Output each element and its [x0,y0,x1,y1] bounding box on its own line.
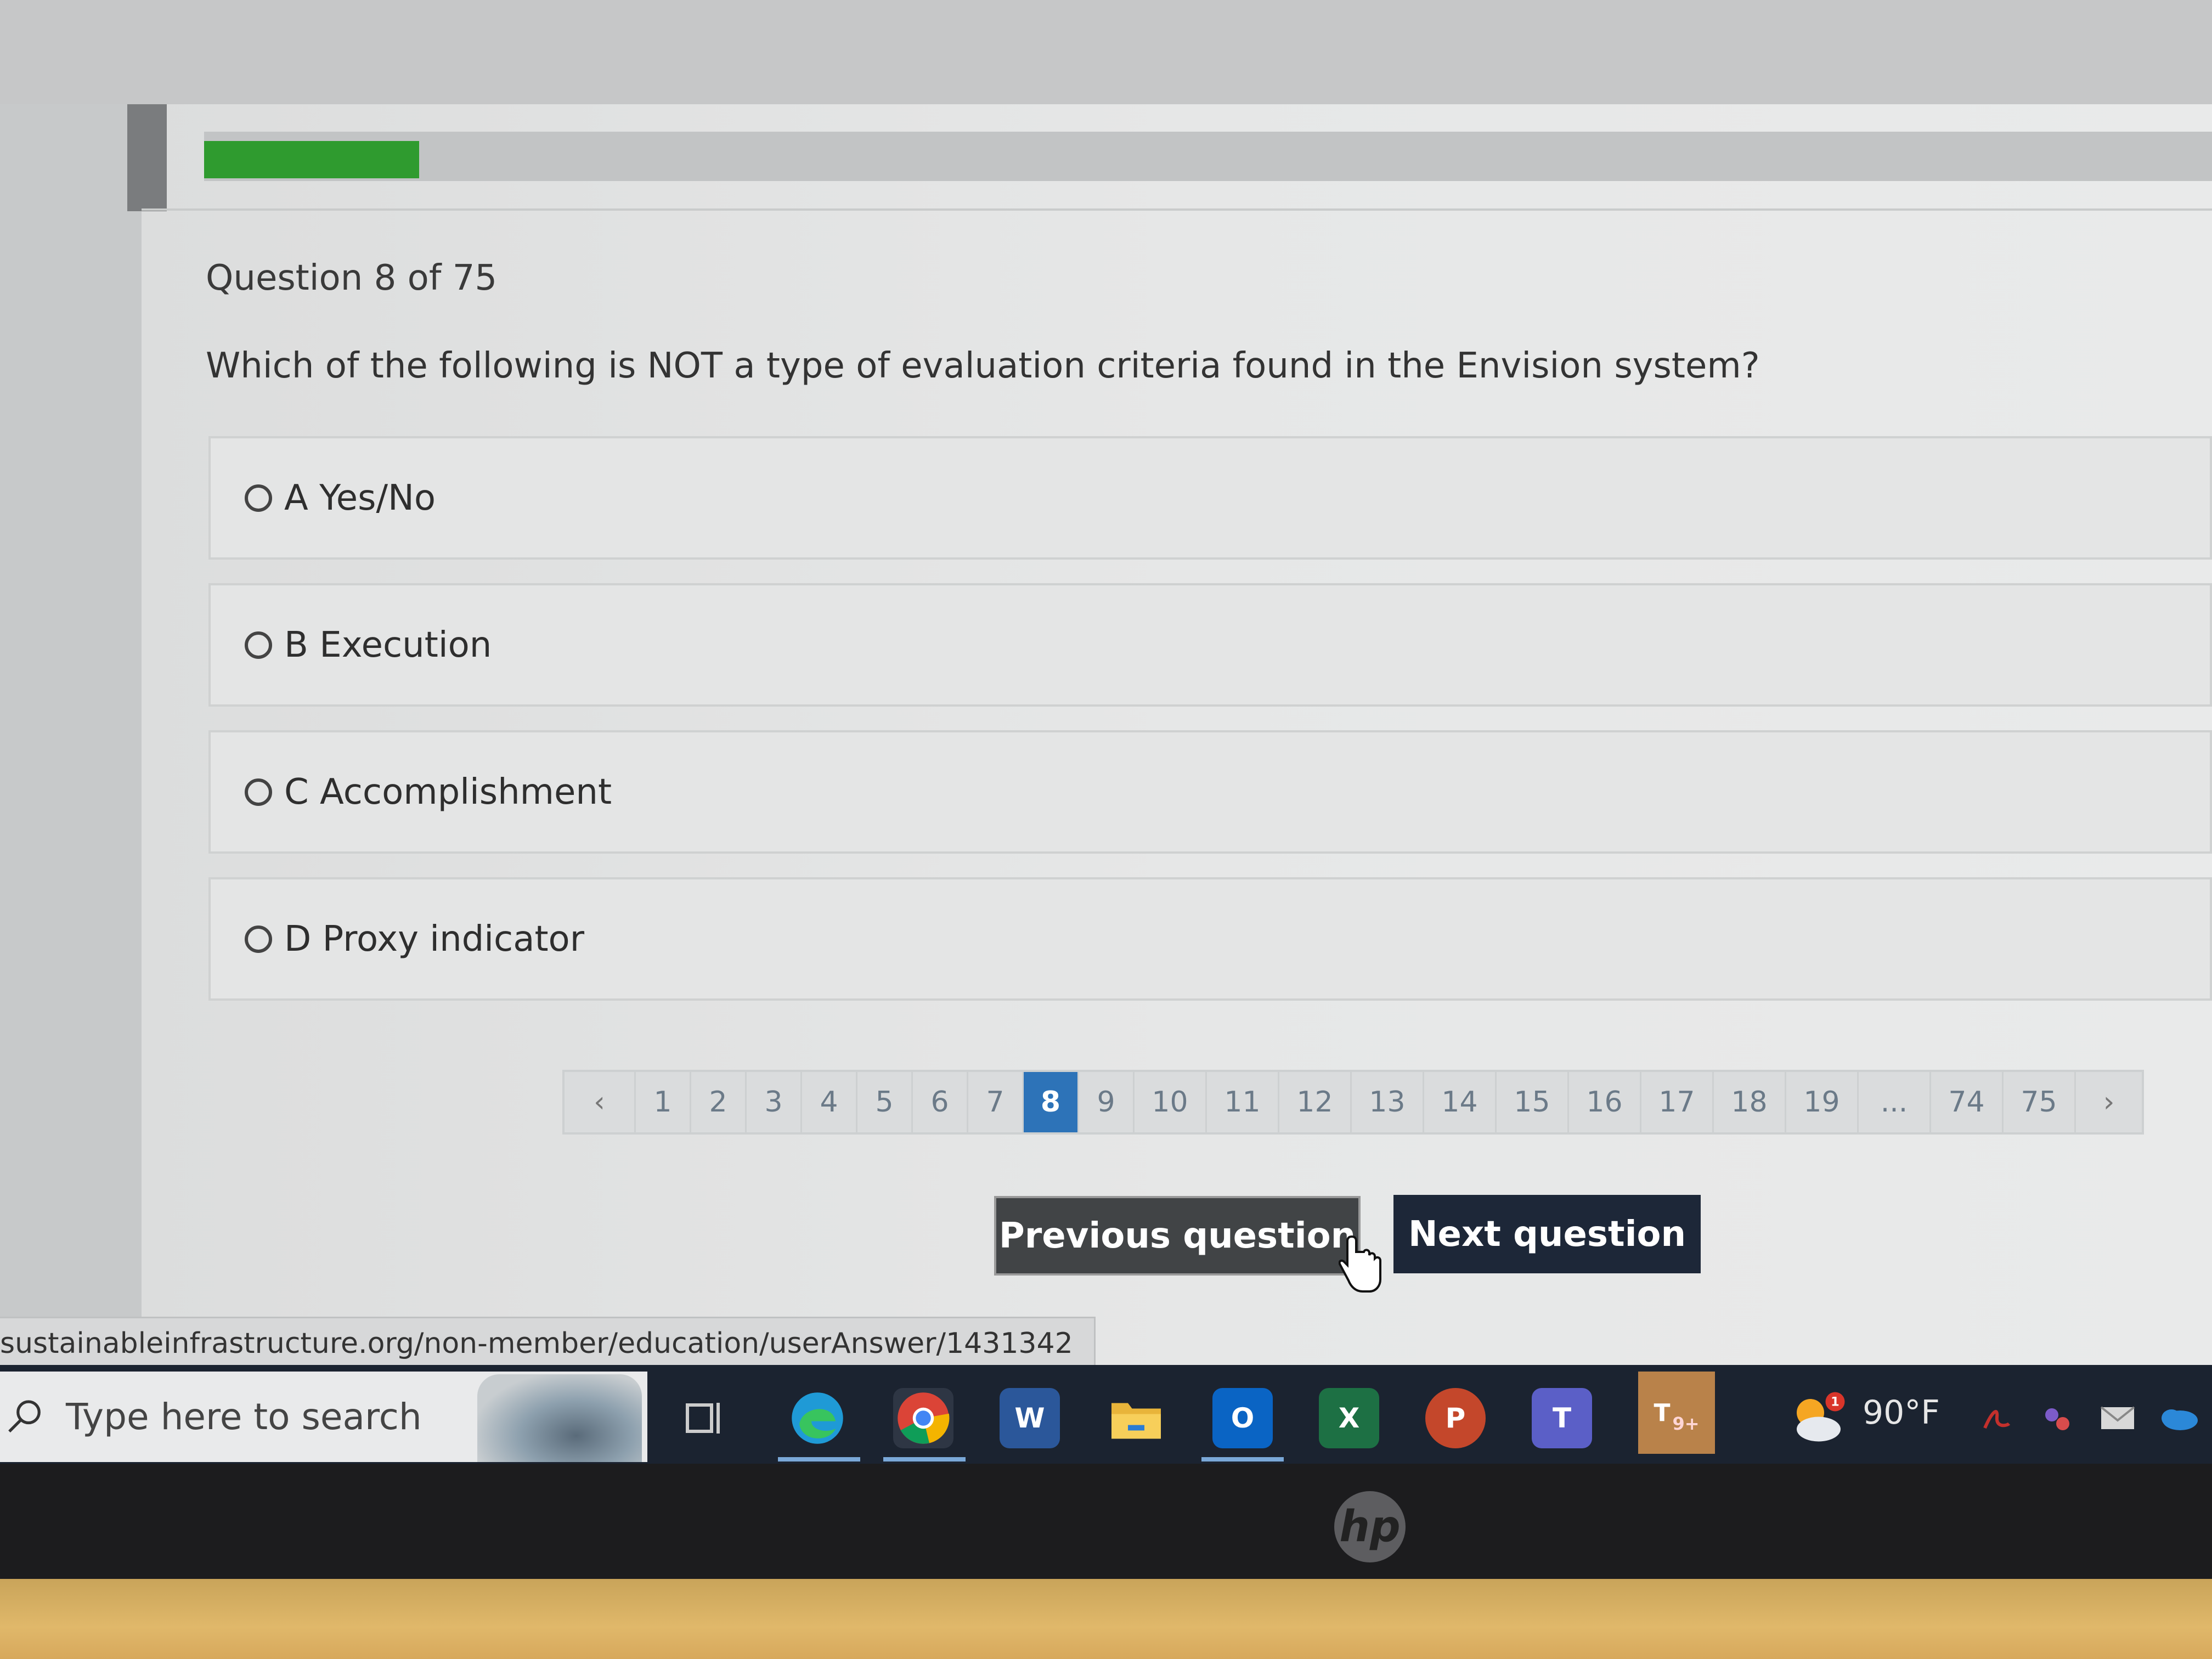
pagination-page-button[interactable]: 17 [1641,1072,1714,1132]
pagination-page-button[interactable]: 6 [913,1072,968,1132]
laptop-body [0,1579,2212,1659]
question-pagination: ‹ 1 2 3 4 5 6 7 8 9 10 11 12 13 14 15 16 17 18 19... 74 75 › [562,1070,2144,1135]
radio-button[interactable] [245,778,272,806]
pagination-page-button[interactable]: 11 [1207,1072,1279,1132]
hp-logo: hp [1334,1491,1406,1562]
browser-top-strip [0,0,2212,104]
answer-option-d[interactable]: D Proxy indicator [208,877,2212,1001]
pagination-page-button[interactable]: 2 [691,1072,747,1132]
weather-badge: 1 [1831,1395,1839,1409]
pagination-page-button[interactable]: 12 [1279,1072,1352,1132]
radio-button[interactable] [245,631,272,659]
task-view-icon[interactable] [675,1388,735,1448]
laptop-bezel [0,1464,2212,1579]
quiz-progress-fill [204,141,419,178]
edge-icon[interactable] [787,1388,848,1448]
chrome-active-indicator [883,1457,966,1462]
screen: Question 8 of 75 Which of the following … [0,0,2212,1481]
weather-temperature: 90°F [1863,1393,1940,1432]
pagination-page-button[interactable]: 15 [1497,1072,1569,1132]
pagination-ellipsis: ... [1859,1072,1931,1132]
pagination-page-button[interactable]: 16 [1569,1072,1641,1132]
word-icon[interactable]: W [1000,1388,1060,1448]
header-divider [142,208,2212,211]
next-question-button[interactable]: Next question [1393,1195,1701,1273]
pagination-page-button[interactable]: 13 [1352,1072,1424,1132]
answer-option-label: C Accomplishment [284,771,612,812]
notification-badge: 9+ [1672,1413,1700,1434]
hand-cursor-icon [1339,1235,1381,1293]
outlook-active-indicator [1201,1457,1284,1462]
pagination-page-button[interactable]: 3 [747,1072,802,1132]
answer-option-label: B Execution [284,624,492,665]
onedrive-icon[interactable] [2153,1388,2203,1448]
pagination-page-button[interactable]: 1 [636,1072,691,1132]
outlook-icon[interactable]: O [1212,1388,1273,1448]
tray-app-icon[interactable] [2035,1388,2079,1448]
answer-option-b[interactable]: B Execution [208,583,2212,707]
search-placeholder: Type here to search [66,1396,422,1438]
pagination-page-button[interactable]: 4 [802,1072,857,1132]
radio-button[interactable] [245,925,272,953]
pagination-page-button[interactable]: 75 [2004,1072,2076,1132]
excel-icon[interactable]: X [1319,1388,1379,1448]
teams-notification-icon[interactable]: T 9+ [1638,1372,1715,1454]
edge-active-indicator [778,1457,860,1462]
search-highlight-art [477,1374,642,1462]
status-bar-url: sustainableinfrastructure.org/non-member… [0,1317,1096,1369]
pagination-page-button[interactable]: 18 [1714,1072,1786,1132]
radio-button[interactable] [245,484,272,512]
pagination-page-button[interactable]: 5 [857,1072,913,1132]
acrobat-tray-icon[interactable] [1975,1388,2019,1448]
powerpoint-icon[interactable]: P [1425,1388,1486,1448]
pagination-page-button[interactable]: 8 [1024,1072,1079,1132]
pagination-prev-button[interactable]: ‹ [565,1072,636,1132]
answer-option-label: A Yes/No [284,477,436,518]
question-text: Which of the following is NOT a type of … [206,346,1760,386]
search-icon [8,1400,41,1432]
answer-option-label: D Proxy indicator [284,918,584,960]
answer-option-a[interactable]: A Yes/No [208,436,2212,560]
pagination-next-button[interactable]: › [2076,1072,2142,1132]
pagination-page-button[interactable]: 19 [1786,1072,1859,1132]
pagination-page-button[interactable]: 9 [1079,1072,1135,1132]
chrome-icon[interactable] [893,1388,953,1448]
teams-icon[interactable]: T [1532,1388,1592,1448]
pagination-page-button[interactable]: 14 [1424,1072,1497,1132]
mail-tray-icon[interactable] [2096,1388,2140,1448]
answer-option-c[interactable]: C Accomplishment [208,730,2212,854]
previous-question-button[interactable]: Previous question [994,1196,1361,1276]
pagination-page-button[interactable]: 7 [968,1072,1024,1132]
weather-icon[interactable]: 1 [1786,1388,1846,1448]
left-gutter [0,104,142,1366]
pagination-page-button[interactable]: 10 [1135,1072,1207,1132]
file-explorer-icon[interactable] [1106,1388,1166,1448]
pagination-page-button[interactable]: 74 [1931,1072,2004,1132]
left-panel-tab [127,104,167,211]
quiz-progress-bar [204,132,2212,181]
question-counter: Question 8 of 75 [206,258,498,298]
